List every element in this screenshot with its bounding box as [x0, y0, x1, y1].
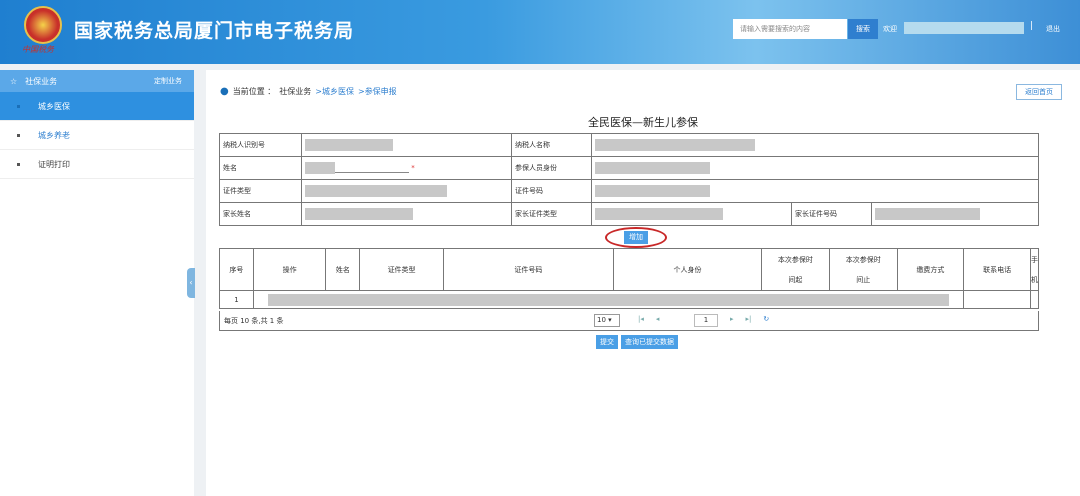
breadcrumb-root: 社保业务 [279, 87, 312, 96]
label: 家长证件号码 [791, 202, 872, 226]
custom-business-link[interactable]: 定制业务 [154, 76, 182, 86]
refresh-icon[interactable]: ↻ [763, 315, 769, 323]
last-page-icon[interactable]: ▸| [746, 315, 752, 323]
col-header: 证件类型 [359, 248, 444, 291]
first-page-icon[interactable]: |◂ [638, 315, 644, 323]
grid-header: 序号 操作 姓名 证件类型 证件号码 个人身份 本次参保时间起 本次参保时间止 … [219, 248, 1039, 291]
col-header: 操作 [252, 248, 327, 291]
sidebar: ☆ 社保业务 定制业务 城乡医保 城乡养老 证明打印 [0, 70, 194, 496]
bullet-icon [17, 133, 20, 137]
site-title: 国家税务总局厦门市电子税务局 [74, 20, 355, 42]
pager: 每页 10 条,共 1 条 10 ▾ |◂ ◂ 1 ▸ ▸| ↻ [219, 311, 1039, 331]
tax-emblem-logo [24, 6, 62, 44]
page-number-input[interactable]: 1 [694, 314, 718, 327]
query-submitted-button[interactable]: 查询已提交数据 [621, 335, 678, 349]
cert-no-input[interactable] [591, 179, 1039, 203]
header: 中国税务 国家税务总局厦门市电子税务局 请输入需要搜索的内容 搜索 欢迎 | 退… [0, 0, 1080, 64]
search-input[interactable]: 请输入需要搜索的内容 [733, 19, 847, 39]
taxpayer-name-field[interactable] [591, 133, 1039, 157]
label: 证件类型 [219, 179, 302, 203]
taxpayer-id-field[interactable] [301, 133, 512, 157]
col-header: 证件号码 [442, 248, 614, 291]
label: 参保人员身份 [511, 156, 592, 180]
main-content: ● 当前位置 ： 社保业务 >城乡医保 >参保申报 返回首页 全民医保—新生儿参… [206, 70, 1080, 496]
col-header: 本次参保时间起 [761, 248, 830, 291]
breadcrumb-link-medical[interactable]: >城乡医保 [315, 86, 354, 97]
prev-page-icon[interactable]: ◂ [656, 315, 660, 323]
table-row[interactable]: 1 [219, 290, 1039, 309]
return-home-button[interactable]: 返回首页 [1016, 84, 1062, 100]
add-button[interactable]: 增加 [624, 231, 648, 244]
sidebar-item-label: 城乡养老 [38, 130, 70, 140]
required-mark: * [411, 164, 415, 172]
submit-button[interactable]: 提交 [596, 335, 618, 349]
insured-identity-select[interactable] [591, 156, 1039, 180]
col-header: 序号 [219, 248, 254, 291]
enrollee-grid: 序号 操作 姓名 证件类型 证件号码 个人身份 本次参保时间起 本次参保时间止 … [219, 248, 1039, 309]
user-name-redacted [904, 22, 1024, 34]
row-phone [963, 290, 1031, 309]
separator: | [1030, 21, 1034, 31]
label: 姓名 [219, 156, 302, 180]
sidebar-item-certificate-print[interactable]: 证明打印 [0, 150, 194, 179]
sidebar-item-urban-rural-medical[interactable]: 城乡医保 [0, 92, 194, 121]
section-label: 社保业务 [25, 76, 58, 86]
row-data-redacted [252, 290, 965, 309]
col-header: 缴费方式 [896, 248, 965, 291]
col-header: 手机 [1030, 248, 1039, 291]
parent-name-input[interactable] [301, 202, 512, 226]
bullet-icon [17, 104, 20, 108]
breadcrumb-label: 当前位置 ： [232, 87, 276, 96]
welcome-text: 欢迎 [883, 25, 897, 33]
breadcrumb-link-enroll[interactable]: >参保申报 [358, 86, 397, 97]
sidebar-item-urban-rural-pension[interactable]: 城乡养老 [0, 121, 194, 150]
row-mobile [1030, 290, 1039, 309]
label: 纳税人名称 [511, 133, 592, 157]
sidebar-item-label: 城乡医保 [38, 101, 70, 111]
location-pin-icon: ● [220, 86, 229, 97]
page-size-select[interactable]: 10 ▾ [594, 314, 620, 327]
logo-script: 中国税务 [22, 45, 54, 54]
parent-cert-no-input[interactable] [871, 202, 1039, 226]
parent-cert-type-select[interactable] [591, 202, 792, 226]
bullet-icon [17, 162, 20, 166]
search-button[interactable]: 搜索 [848, 19, 878, 39]
cert-type-select[interactable] [301, 179, 512, 203]
sidebar-section-social-insurance[interactable]: ☆ 社保业务 定制业务 [0, 70, 194, 92]
home-icon: ☆ [10, 76, 18, 86]
next-page-icon[interactable]: ▸ [730, 315, 734, 323]
pager-info: 每页 10 条,共 1 条 [224, 317, 284, 325]
label: 证件号码 [511, 179, 592, 203]
sidebar-item-label: 证明打印 [38, 159, 70, 169]
col-header: 姓名 [325, 248, 361, 291]
label: 家长姓名 [219, 202, 302, 226]
form-title: 全民医保—新生儿参保 [588, 116, 698, 129]
col-header: 本次参保时间止 [828, 248, 898, 291]
row-index: 1 [219, 290, 254, 309]
breadcrumb: ● 当前位置 ： 社保业务 >城乡医保 >参保申报 [220, 86, 397, 97]
col-header: 联系电话 [963, 248, 1031, 291]
label: 家长证件类型 [511, 202, 592, 226]
col-header: 个人身份 [612, 248, 763, 291]
label: 纳税人识别号 [219, 133, 302, 157]
page-size-value: 10 [597, 316, 606, 324]
logout-link[interactable]: 退出 [1046, 24, 1060, 34]
name-input[interactable]: * [301, 156, 512, 180]
sidebar-collapse-handle[interactable]: ‹ [187, 268, 195, 298]
enroll-form: 纳税人识别号 纳税人名称 姓名 * 参保人员身份 证件类型 证件号码 家长姓名 … [219, 133, 1039, 226]
